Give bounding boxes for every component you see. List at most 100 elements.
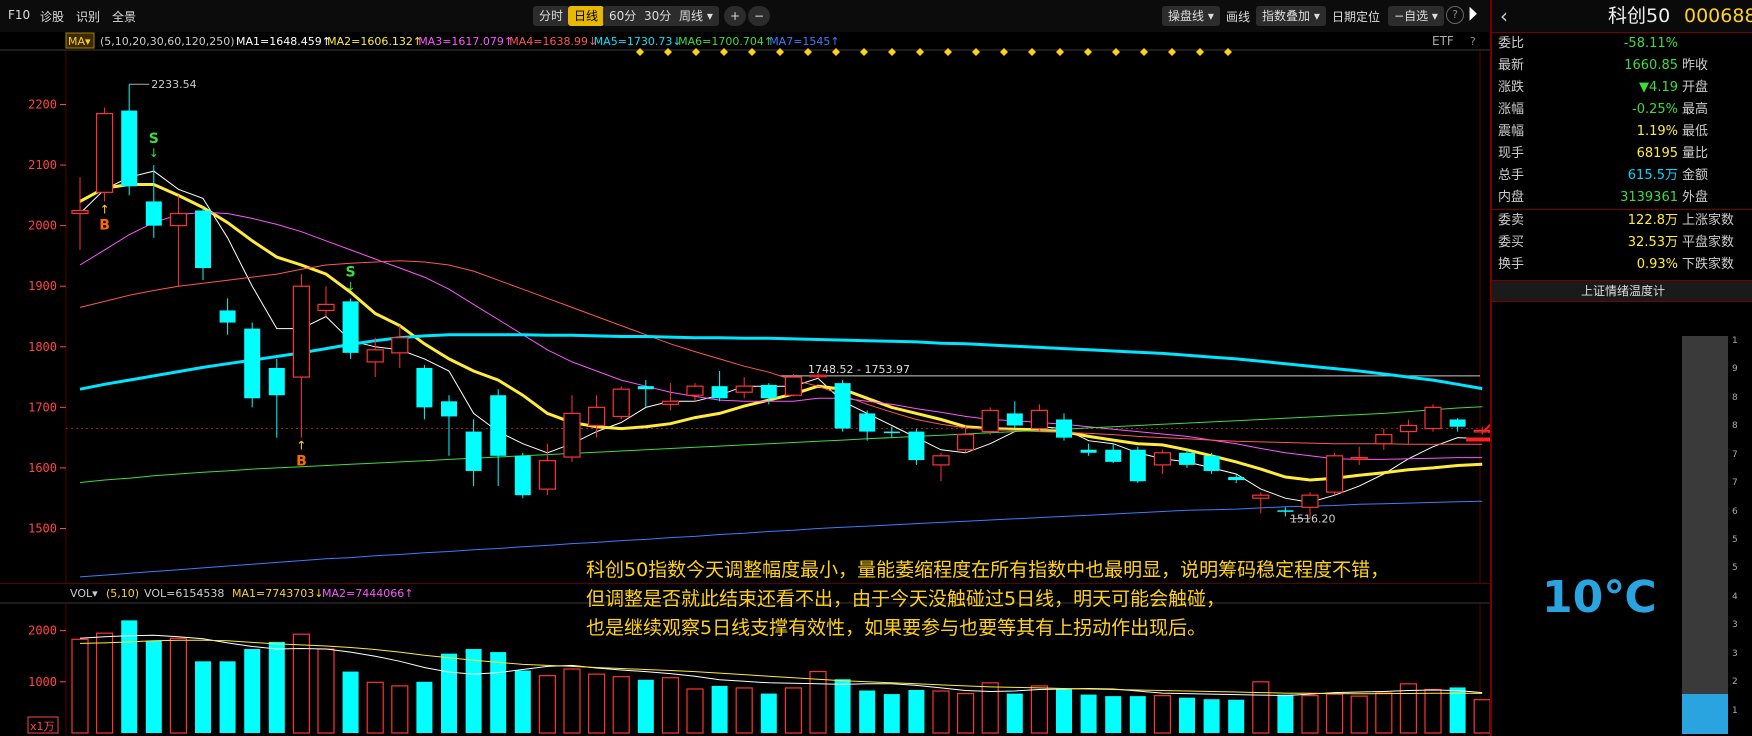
zoom-in-button[interactable]: + — [724, 6, 747, 26]
index-overlay-label: 指数叠加 — [1262, 9, 1311, 23]
help-icon[interactable]: ? — [1446, 6, 1464, 24]
candle — [95, 107, 114, 202]
trade-line-label: 操盘线 — [1168, 9, 1205, 23]
collapse-icon[interactable]: ⏵ — [1468, 4, 1477, 25]
candle-body — [219, 310, 236, 323]
quote-row: 最新 1660.85 昨收 — [1492, 55, 1752, 77]
thermometer-tick: 8 — [1732, 392, 1738, 403]
quote-row: 换手 0.93% 下跌家数 — [1492, 254, 1752, 276]
candle-body — [268, 367, 285, 396]
thermometer-tick: 1 — [1732, 705, 1738, 716]
candle-body — [366, 349, 384, 363]
candle-body — [121, 110, 138, 187]
volume-bar — [366, 681, 384, 734]
price-chart: 1500 1600 1700 1800 1900 2000 2100 2200 2233.54 1… — [0, 32, 1490, 583]
candle — [342, 298, 359, 359]
quote-label: 内盘 — [1498, 190, 1525, 205]
candle-body — [883, 431, 900, 434]
volume-bar — [1325, 693, 1344, 734]
quote-label: 总手 — [1498, 168, 1525, 183]
volume-y-tick-label: 1000 — [28, 675, 57, 689]
thermometer-tick: 9 — [1732, 364, 1738, 375]
candle — [834, 380, 851, 432]
draw-line-button[interactable]: 画线 — [1226, 8, 1250, 25]
candle-body — [1030, 409, 1049, 430]
candle-body — [587, 406, 606, 427]
volume-bar — [760, 693, 777, 733]
sell-signal: S — [346, 264, 356, 280]
volume-bar — [784, 687, 803, 734]
chevron-down-icon: ▾ — [1313, 9, 1320, 23]
quote-header: ‹ 科创50 000688 — [1492, 0, 1752, 33]
zoom-out-button[interactable]: − — [748, 6, 771, 26]
candle-body — [637, 386, 654, 390]
candle-body — [244, 328, 261, 399]
date-locate-button[interactable]: 日期定位 — [1332, 8, 1380, 25]
quote-row: 委卖 122.8万 上涨家数 — [1492, 209, 1752, 232]
quote-row: 涨幅 -0.25% 最高 — [1492, 99, 1752, 121]
volume-bar — [1228, 699, 1245, 733]
watchlist-dropdown[interactable]: −自选 ▾ — [1388, 6, 1444, 26]
quote-right-label: 昨收 — [1682, 58, 1709, 73]
quote-right-label: 外盘 — [1682, 190, 1709, 205]
recognize-button[interactable]: 识别 — [76, 8, 100, 25]
candle-body — [612, 388, 630, 418]
sell-signal: S — [149, 131, 159, 147]
quote-row: 震幅 1.19% 最低 — [1492, 121, 1752, 143]
period-tab-min[interactable]: 分时 — [533, 6, 570, 26]
period-tab-60[interactable]: 60分 — [603, 6, 643, 26]
y-tick-label: 1600 — [28, 461, 57, 475]
commentary-line: 也是继续观察5日线支撑有效性，如果要参与也要等其有上拐动作出现后。 — [586, 617, 1207, 639]
quote-value: -58.11% — [1623, 36, 1678, 51]
back-icon[interactable]: ‹ — [1500, 0, 1508, 32]
candle-body — [1449, 419, 1466, 427]
candle-body — [465, 431, 482, 471]
quote-value: 68195 — [1636, 146, 1678, 161]
quote-row: 涨跌 ▼4.19 开盘 — [1492, 77, 1752, 99]
candle-body — [514, 455, 531, 496]
sentiment-title[interactable]: 上证情绪温度计 — [1492, 280, 1752, 302]
chevron-down-icon: ▾ — [1207, 9, 1214, 23]
quote-value: ▼4.19 — [1639, 80, 1678, 95]
quote-label: 现手 — [1498, 146, 1525, 161]
volume-bar — [195, 661, 211, 733]
f10-button[interactable]: F10 — [8, 8, 30, 22]
candle-body — [1080, 449, 1097, 453]
index-overlay-dropdown[interactable]: 指数叠加 ▾ — [1256, 6, 1326, 26]
minus-icon: − — [1394, 9, 1405, 23]
candle — [612, 386, 630, 420]
volume-bar — [1203, 699, 1220, 733]
quote-label: 委卖 — [1498, 213, 1525, 228]
candle-body — [1153, 452, 1172, 466]
ma-legend-item: MA4=1638.99↓ — [509, 35, 597, 48]
candle-body — [169, 212, 187, 227]
volume-bar — [1473, 699, 1490, 734]
fullscreen-button[interactable]: 全景 — [112, 8, 136, 25]
stock-name: 科创50 — [1608, 5, 1671, 27]
volume-bar — [661, 677, 680, 734]
candle-body — [859, 413, 876, 432]
candle-body — [1129, 449, 1146, 482]
period-tab-30[interactable]: 30分 — [638, 6, 678, 26]
volume-bar — [711, 685, 728, 733]
volume-bar — [1252, 681, 1270, 734]
quote-right-label: 下跌家数 — [1682, 257, 1735, 272]
volume-bar — [342, 671, 359, 733]
quote-value: 1660.85 — [1624, 58, 1678, 73]
period-tab-week[interactable]: 周线 ▾ — [673, 6, 719, 26]
candle-body — [1325, 455, 1344, 493]
volume-bar — [859, 690, 876, 733]
volume-bar — [735, 687, 753, 734]
candle-body — [834, 383, 851, 429]
diagnose-button[interactable]: 诊股 — [40, 8, 64, 25]
quote-row: 内盘 3139361 外盘 — [1492, 187, 1752, 209]
chevron-down-icon: ▾ — [1431, 9, 1438, 23]
ma-legend-item: MA6=1700.704↑ — [678, 35, 773, 48]
period-tab-day[interactable]: 日线 — [568, 6, 605, 26]
candle — [514, 452, 531, 499]
thermometer-tick: 3 — [1732, 648, 1738, 659]
y-tick-label: 1500 — [28, 521, 57, 535]
volume-bar — [268, 641, 285, 733]
quote-right-label: 金额 — [1682, 168, 1709, 183]
trade-line-dropdown[interactable]: 操盘线 ▾ — [1162, 6, 1220, 26]
